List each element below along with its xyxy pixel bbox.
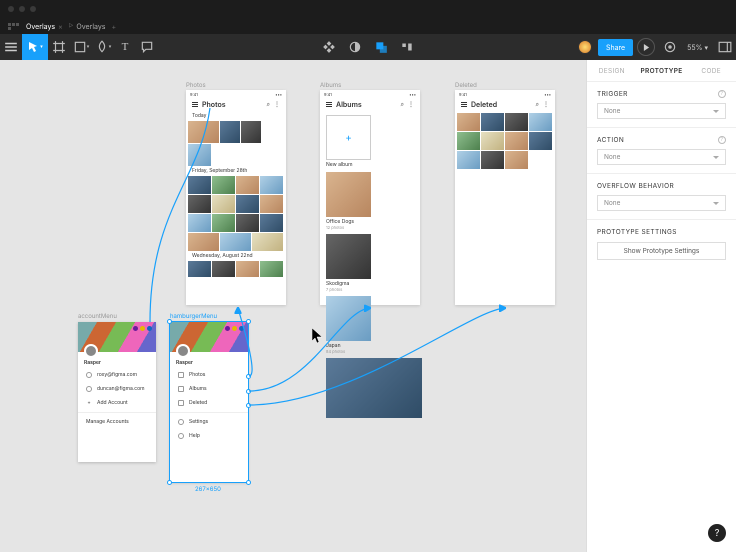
section-heading: TRIGGER — [597, 90, 628, 98]
mask-tool[interactable] — [344, 36, 366, 58]
properties-panel: DESIGN PROTOTYPE CODE TRIGGER? None ACTI… — [586, 60, 736, 552]
prototype-connections — [0, 60, 586, 552]
frame-tool[interactable] — [48, 36, 70, 58]
main-menu-button[interactable] — [0, 36, 22, 58]
component-tool[interactable] — [318, 36, 340, 58]
tab-prototype[interactable]: PROTOTYPE — [637, 60, 687, 81]
chevron-down-icon — [713, 156, 719, 159]
chevron-down-icon — [713, 202, 719, 205]
panel-section-settings: PROTOTYPE SETTINGS Show Prototype Settin… — [587, 220, 736, 268]
design-canvas[interactable]: Photos 9:41••• Photos ⌕ ⋮ Today Friday, … — [0, 60, 586, 552]
share-button[interactable]: Share — [598, 39, 633, 56]
zoom-level[interactable]: 55% ▾ — [687, 43, 708, 52]
view-settings-icon[interactable] — [659, 36, 681, 58]
action-select[interactable]: None — [597, 149, 726, 165]
traffic-min[interactable] — [19, 6, 25, 12]
file-tab-label: Overlays — [76, 22, 105, 31]
section-heading: PROTOTYPE SETTINGS — [597, 228, 677, 236]
cursor-icon — [312, 328, 324, 344]
help-button[interactable]: ? — [708, 524, 726, 542]
present-button[interactable] — [637, 38, 655, 56]
close-icon[interactable]: × — [58, 22, 63, 31]
file-tab-active[interactable]: Overlays × — [26, 22, 63, 31]
tab-code[interactable]: CODE — [686, 60, 736, 81]
file-tab-label: Overlays — [26, 22, 55, 31]
trigger-select[interactable]: None — [597, 103, 726, 119]
pen-tool[interactable]: ▾ — [92, 36, 114, 58]
overflow-select[interactable]: None — [597, 195, 726, 211]
info-icon[interactable]: ? — [718, 90, 726, 98]
align-tool[interactable] — [396, 36, 418, 58]
tab-bar: Overlays × ▷ Overlays + — [0, 18, 736, 34]
move-tool[interactable]: ▾ — [22, 34, 48, 60]
add-tab-icon[interactable]: + — [112, 22, 117, 31]
file-tab[interactable]: ▷ Overlays — [69, 22, 106, 31]
toolbar-center-group — [318, 36, 418, 58]
window-titlebar — [0, 0, 736, 18]
panel-section-trigger: TRIGGER? None — [587, 82, 736, 128]
chevron-down-icon — [713, 110, 719, 113]
boolean-tool[interactable] — [370, 36, 392, 58]
traffic-close[interactable] — [8, 6, 14, 12]
shape-tool[interactable]: ▾ — [70, 36, 92, 58]
info-icon[interactable]: ? — [718, 136, 726, 144]
section-heading: ACTION — [597, 136, 624, 144]
panel-section-action: ACTION? None — [587, 128, 736, 174]
section-heading: OVERFLOW BEHAVIOR — [597, 182, 674, 190]
home-icon[interactable] — [8, 21, 20, 31]
panel-tabs: DESIGN PROTOTYPE CODE — [587, 60, 736, 82]
toolbar: ▾ ▾ ▾ T Share 55% ▾ — [0, 34, 736, 60]
comment-tool[interactable] — [136, 36, 158, 58]
text-tool[interactable]: T — [114, 36, 136, 58]
panel-section-overflow: OVERFLOW BEHAVIOR None — [587, 174, 736, 220]
show-prototype-settings-button[interactable]: Show Prototype Settings — [597, 242, 726, 260]
tab-design[interactable]: DESIGN — [587, 60, 637, 81]
panel-toggle-icon[interactable] — [714, 36, 736, 58]
user-avatar[interactable] — [578, 40, 592, 54]
traffic-max[interactable] — [30, 6, 36, 12]
